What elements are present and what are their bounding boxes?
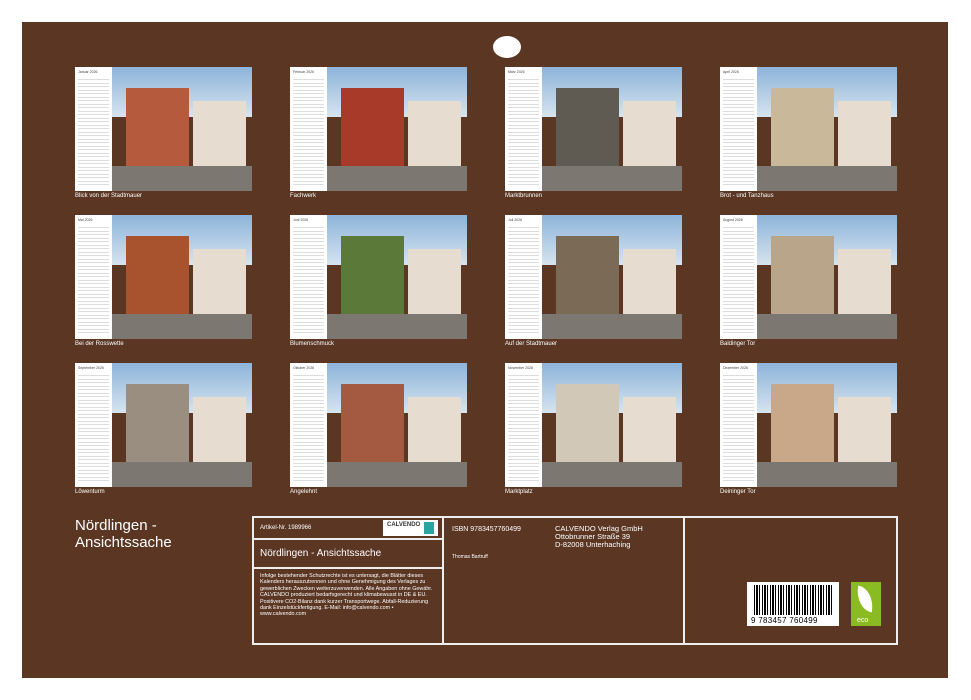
product-title: Nördlingen - Ansichtssache xyxy=(260,548,381,559)
calendar-strip: Mai 2026 xyxy=(75,215,112,339)
calendar-strip: Januar 2026 xyxy=(75,67,112,191)
month-preview: März 2026 Marktbrunnen xyxy=(505,67,682,191)
month-label: November 2026 xyxy=(508,366,533,370)
month-caption: Brot - und Tanzhaus xyxy=(720,193,774,199)
calendar-strip: August 2026 xyxy=(720,215,757,339)
month-label: Juli 2026 xyxy=(508,218,522,222)
leaf-icon xyxy=(854,586,876,613)
month-label: Februar 2026 xyxy=(293,70,314,74)
publisher-cell: ISBN 9783457760499 Thomas Bartruff CALVE… xyxy=(442,516,685,645)
month-preview: Februar 2026 Fachwerk xyxy=(290,67,467,191)
month-preview: Dezember 2026 Deininger Tor xyxy=(720,363,897,487)
month-photo xyxy=(542,215,682,339)
calvendo-logo: CALVENDO xyxy=(383,520,438,536)
calendar-strip: Dezember 2026 xyxy=(720,363,757,487)
month-caption: Auf der Stadtmauer xyxy=(505,341,557,347)
month-photo xyxy=(757,67,897,191)
month-preview: Juni 2026 Blumenschmuck xyxy=(290,215,467,339)
month-photo xyxy=(542,363,682,487)
calendar-strip: Juni 2026 xyxy=(290,215,327,339)
month-photo xyxy=(112,215,252,339)
month-caption: Blick von der Stadtmauer xyxy=(75,193,142,199)
month-label: Mai 2026 xyxy=(78,218,92,222)
calendar-strip: September 2026 xyxy=(75,363,112,487)
calendar-strip: Februar 2026 xyxy=(290,67,327,191)
month-photo xyxy=(327,67,467,191)
month-label: September 2026 xyxy=(78,366,104,370)
month-photo xyxy=(542,67,682,191)
month-preview: Mai 2026 Bei der Rosswette xyxy=(75,215,252,339)
month-label: Januar 2026 xyxy=(78,70,97,74)
article-number: Artikel-Nr. 1989966 xyxy=(260,525,311,532)
month-caption: Marktplatz xyxy=(505,489,533,495)
calendar-strip: November 2026 xyxy=(505,363,542,487)
author: Thomas Bartruff xyxy=(452,554,488,561)
month-caption: Baldinger Tor xyxy=(720,341,755,347)
month-caption: Marktbrunnen xyxy=(505,193,542,199)
month-preview: Oktober 2026 Angelehnt xyxy=(290,363,467,487)
month-preview: September 2026 Löwenturm xyxy=(75,363,252,487)
hanging-hole xyxy=(493,36,521,58)
month-preview: August 2026 Baldinger Tor xyxy=(720,215,897,339)
title-cell: Nördlingen - Ansichtssache xyxy=(252,538,444,569)
month-photo xyxy=(757,363,897,487)
month-preview: November 2026 Marktplatz xyxy=(505,363,682,487)
month-photo xyxy=(327,363,467,487)
eco-badge: eco xyxy=(851,582,881,626)
month-caption: Angelehnt xyxy=(290,489,317,495)
article-cell: Artikel-Nr. 1989966 CALVENDO xyxy=(252,516,444,540)
month-preview: Juli 2026 Auf der Stadtmauer xyxy=(505,215,682,339)
month-photo xyxy=(112,363,252,487)
calendar-strip: Oktober 2026 xyxy=(290,363,327,487)
month-photo xyxy=(327,215,467,339)
calendar-strip: Juli 2026 xyxy=(505,215,542,339)
month-caption: Fachwerk xyxy=(290,193,316,199)
month-label: August 2026 xyxy=(723,218,743,222)
calendar-strip: April 2026 xyxy=(720,67,757,191)
isbn: ISBN 9783457760499 xyxy=(452,526,521,533)
calendar-strip: März 2026 xyxy=(505,67,542,191)
month-caption: Bei der Rosswette xyxy=(75,341,124,347)
barcode: 9 783457 760499 xyxy=(747,582,839,626)
month-caption: Löwenturm xyxy=(75,489,105,495)
month-photo xyxy=(757,215,897,339)
month-caption: Blumenschmuck xyxy=(290,341,334,347)
month-preview: Januar 2026 Blick von der Stadtmauer xyxy=(75,67,252,191)
month-photo xyxy=(112,67,252,191)
month-label: April 2026 xyxy=(723,70,739,74)
month-preview: April 2026 Brot - und Tanzhaus xyxy=(720,67,897,191)
legal-text: Infolge bestehender Schutzrechte ist es … xyxy=(260,573,438,618)
month-label: Juni 2026 xyxy=(293,218,308,222)
legal-cell: Infolge bestehender Schutzrechte ist es … xyxy=(252,567,444,645)
month-caption: Deininger Tor xyxy=(720,489,756,495)
month-label: Oktober 2026 xyxy=(293,366,314,370)
publisher-address: CALVENDO Verlag GmbHOttobrunner Straße 3… xyxy=(555,525,643,549)
calendar-title: Nördlingen - Ansichtssache xyxy=(75,517,225,551)
calendar-back-cover: Januar 2026 Blick von der Stadtmauer Febr… xyxy=(22,22,948,678)
month-label: Dezember 2026 xyxy=(723,366,748,370)
month-label: März 2026 xyxy=(508,70,525,74)
